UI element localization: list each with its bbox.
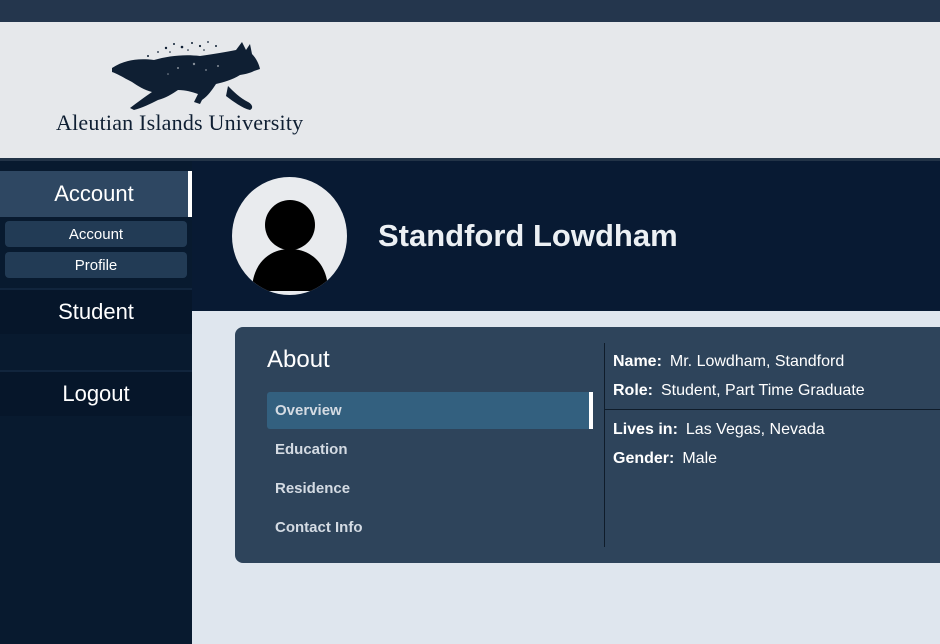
role-label: Role: — [613, 382, 653, 399]
profile-name: Standford Lowdham — [378, 218, 678, 253]
tab-overview[interactable]: Overview — [267, 392, 593, 429]
about-title: About — [267, 346, 330, 373]
lives-in-label: Lives in: — [613, 421, 678, 438]
logout-button[interactable]: Logout — [0, 370, 192, 416]
info-row-role: Role: Student, Part Time Graduate — [613, 380, 865, 402]
sidebar-subitem-profile[interactable]: Profile — [5, 252, 187, 278]
lives-in-value: Las Vegas, Nevada — [685, 421, 825, 438]
name-value: Mr. Lowdham, Standford — [669, 353, 845, 370]
name-label: Name: — [613, 353, 662, 370]
info-row-name: Name: Mr. Lowdham, Standford — [613, 351, 844, 373]
wolf-logo-icon — [112, 41, 260, 110]
sidebar-item-student[interactable]: Student — [0, 288, 192, 334]
about-horizontal-divider — [605, 409, 940, 410]
top-bar — [0, 0, 940, 22]
gender-label: Gender: — [613, 450, 675, 467]
role-value: Student, Part Time Graduate — [661, 382, 865, 399]
sidebar-item-account[interactable]: Account — [0, 171, 192, 217]
info-row-gender: Gender: Male — [613, 448, 717, 470]
sidebar: Account Account Profile Student Logout — [0, 161, 192, 644]
sidebar-subitem-account[interactable]: Account — [5, 221, 187, 247]
user-silhouette-icon — [252, 200, 328, 291]
info-row-lives-in: Lives in: Las Vegas, Nevada — [613, 419, 825, 441]
gender-value: Male — [682, 450, 718, 467]
tab-education[interactable]: Education — [267, 431, 593, 468]
tab-residence[interactable]: Residence — [267, 470, 593, 507]
university-name: Aleutian Islands University — [56, 110, 304, 135]
tab-contact-info[interactable]: Contact Info — [267, 509, 593, 546]
avatar — [232, 177, 347, 295]
about-vertical-divider — [604, 343, 605, 547]
